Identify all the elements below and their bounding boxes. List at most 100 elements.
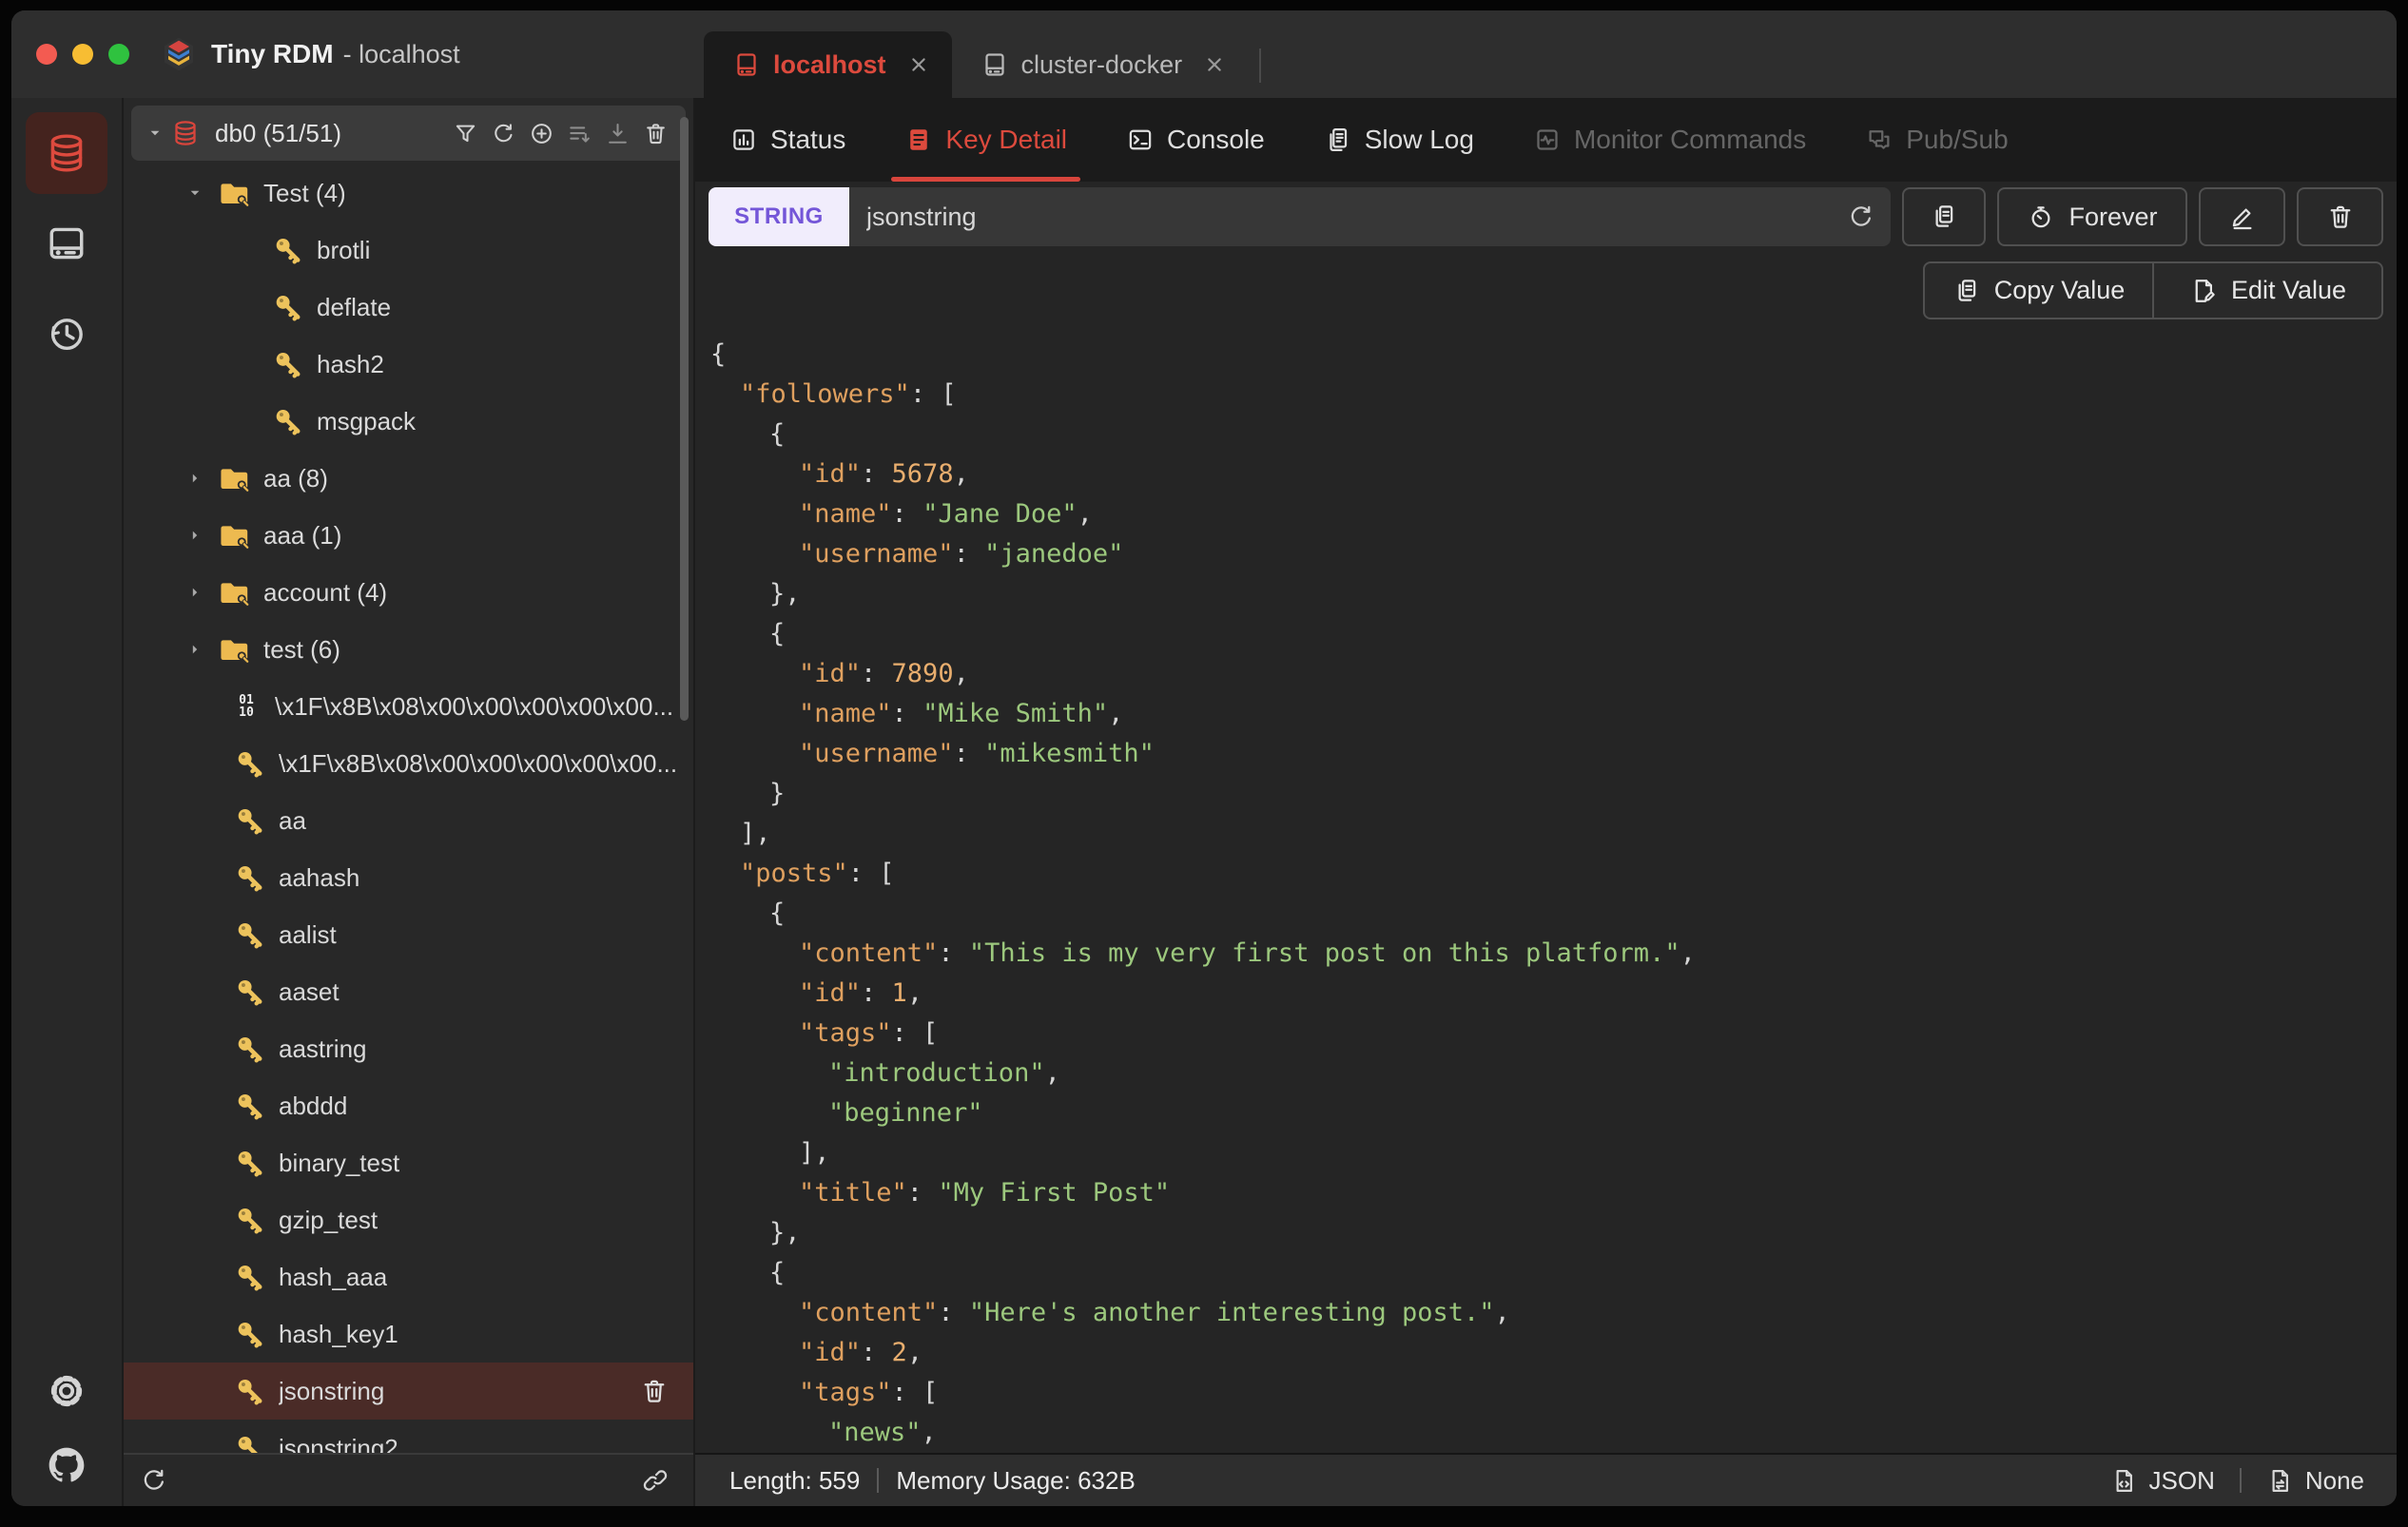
tree-row[interactable]: 01 10 \x1F\x8B\x08\x00\x00\x00\x00\x00... [124, 678, 693, 735]
batch-list-icon[interactable] [567, 121, 592, 146]
copy-value-button[interactable]: Copy Value [1923, 261, 2154, 319]
memory-usage-label: Memory Usage: 632B [896, 1465, 1136, 1495]
connection-tab[interactable]: cluster-docker [952, 31, 1249, 98]
ttl-button[interactable]: Forever [1997, 187, 2187, 246]
json-line: "name": "Jane Doe", [799, 499, 1093, 529]
tree-row[interactable]: aa [124, 792, 693, 849]
activity-bottom [26, 1360, 107, 1506]
key-icon [234, 1147, 266, 1179]
refresh-icon[interactable] [140, 1466, 168, 1495]
view-format-label: JSON [2148, 1465, 2215, 1495]
key-name-input[interactable] [866, 202, 1847, 232]
link-icon[interactable] [641, 1466, 670, 1495]
length-label: Length: 559 [729, 1465, 861, 1495]
tree-row[interactable]: aalist [124, 906, 693, 963]
trash-icon[interactable] [640, 1377, 669, 1405]
tree-row[interactable]: aa (8) [124, 450, 693, 507]
key-browser-panel: db0 (51/51) Test (4) brotli deflate hash2 ms… [124, 98, 695, 1506]
minimize-window-button[interactable] [72, 44, 93, 65]
refresh-icon[interactable] [491, 121, 516, 146]
view-format-selector[interactable]: JSON [2110, 1466, 2215, 1496]
close-icon[interactable] [1202, 52, 1227, 77]
tab-slow-log[interactable]: Slow Log [1324, 98, 1474, 182]
key-detail-content: STRING Forever Copy Value Edit Value {"fo… [695, 182, 2397, 1453]
tab-key-detail[interactable]: Key Detail [891, 98, 1080, 182]
chevron-right-icon[interactable] [184, 468, 205, 489]
activity-item-history[interactable] [26, 293, 107, 375]
json-line: "posts": [ [740, 859, 895, 888]
tree-row-label: aalist [279, 919, 337, 949]
tree-row[interactable]: \x1F\x8B\x08\x00\x00\x00\x00\x00... [124, 735, 693, 792]
key-icon [234, 1375, 266, 1407]
database-header-row[interactable]: db0 (51/51) [131, 106, 686, 161]
app-logo-icon [160, 35, 198, 73]
tab-status[interactable]: Status [729, 98, 845, 182]
tree-row[interactable]: aastring [124, 1020, 693, 1077]
edit-value-button[interactable]: Edit Value [2152, 261, 2383, 319]
settings-gear-button[interactable] [26, 1360, 107, 1422]
app-name: Tiny RDM [211, 39, 334, 68]
tree-row[interactable]: Test (4) [124, 164, 693, 222]
delete-key-button[interactable] [2297, 187, 2383, 246]
tab-console[interactable]: Console [1126, 98, 1265, 182]
key-icon [234, 1261, 266, 1293]
tab-monitor-commands[interactable]: Monitor Commands [1533, 98, 1806, 182]
chevron-right-icon[interactable] [184, 582, 205, 603]
tree-row[interactable]: hash_aaa [124, 1248, 693, 1305]
tree-row[interactable]: abddd [124, 1077, 693, 1134]
tree-row-label: aa [279, 805, 306, 835]
stopwatch-icon [2027, 203, 2055, 231]
tree-row[interactable]: aaset [124, 963, 693, 1020]
edit-doc-icon [2189, 277, 2218, 305]
binary-icon: 01 10 [239, 693, 254, 720]
chevron-right-icon[interactable] [184, 639, 205, 660]
tree-row-label: binary_test [279, 1148, 400, 1177]
tree-row[interactable]: jsonstring [124, 1363, 693, 1420]
chevron-right-icon[interactable] [184, 525, 205, 546]
activity-item-server[interactable] [26, 203, 107, 284]
tree-row[interactable]: hash_key1 [124, 1305, 693, 1363]
key-name-field[interactable] [849, 187, 1891, 246]
tree-row-label: Test (4) [263, 178, 346, 207]
tree-row[interactable]: jsonstring2 [124, 1420, 693, 1453]
github-button[interactable] [26, 1434, 107, 1497]
tree-row-label: jsonstring [279, 1376, 385, 1405]
tree-row[interactable]: gzip_test [124, 1191, 693, 1248]
json-line: "tags": [ [799, 1378, 939, 1407]
tree-row[interactable]: account (4) [124, 564, 693, 621]
copy-key-button[interactable] [1902, 187, 1986, 246]
filter-icon[interactable] [453, 121, 478, 146]
tree-row-label: gzip_test [279, 1205, 379, 1234]
refresh-icon[interactable] [1847, 203, 1875, 231]
tree-row-label: \x1F\x8B\x08\x00\x00\x00\x00\x00... [279, 748, 678, 778]
activity-item-database[interactable] [26, 112, 107, 194]
tree-row[interactable]: deflate [124, 279, 693, 336]
tree-row[interactable]: msgpack [124, 393, 693, 450]
rename-key-button[interactable] [2199, 187, 2285, 246]
connection-tab[interactable]: localhost [704, 31, 952, 98]
value-viewer[interactable]: {"followers": [{"id": 5678, "name": "Jane… [709, 335, 2383, 1453]
file-code-icon [2110, 1467, 2138, 1495]
folder-icon [219, 633, 251, 666]
tab-pub-sub[interactable]: Pub/Sub [1865, 98, 2009, 182]
trash-icon[interactable] [643, 121, 669, 146]
tree-row[interactable]: aaa (1) [124, 507, 693, 564]
view-tab-label: Monitor Commands [1573, 125, 1807, 154]
chevron-down-icon[interactable] [145, 123, 165, 144]
connection-tabs: localhost cluster-docker [695, 10, 1262, 98]
activity-top [26, 112, 107, 375]
tree-row[interactable]: brotli [124, 222, 693, 279]
tree-row[interactable]: hash2 [124, 336, 693, 393]
tree-row[interactable]: binary_test [124, 1134, 693, 1191]
scrollbar-thumb[interactable] [680, 117, 689, 721]
chevron-down-icon[interactable] [184, 183, 205, 203]
import-icon[interactable] [605, 121, 631, 146]
zoom-window-button[interactable] [108, 44, 129, 65]
decode-selector[interactable]: None [2266, 1466, 2364, 1496]
tree-row[interactable]: aahash [124, 849, 693, 906]
tree-row[interactable]: test (6) [124, 621, 693, 678]
close-window-button[interactable] [36, 44, 57, 65]
json-line: } [769, 779, 786, 808]
close-icon[interactable] [906, 52, 931, 77]
add-circle-icon[interactable] [529, 121, 554, 146]
